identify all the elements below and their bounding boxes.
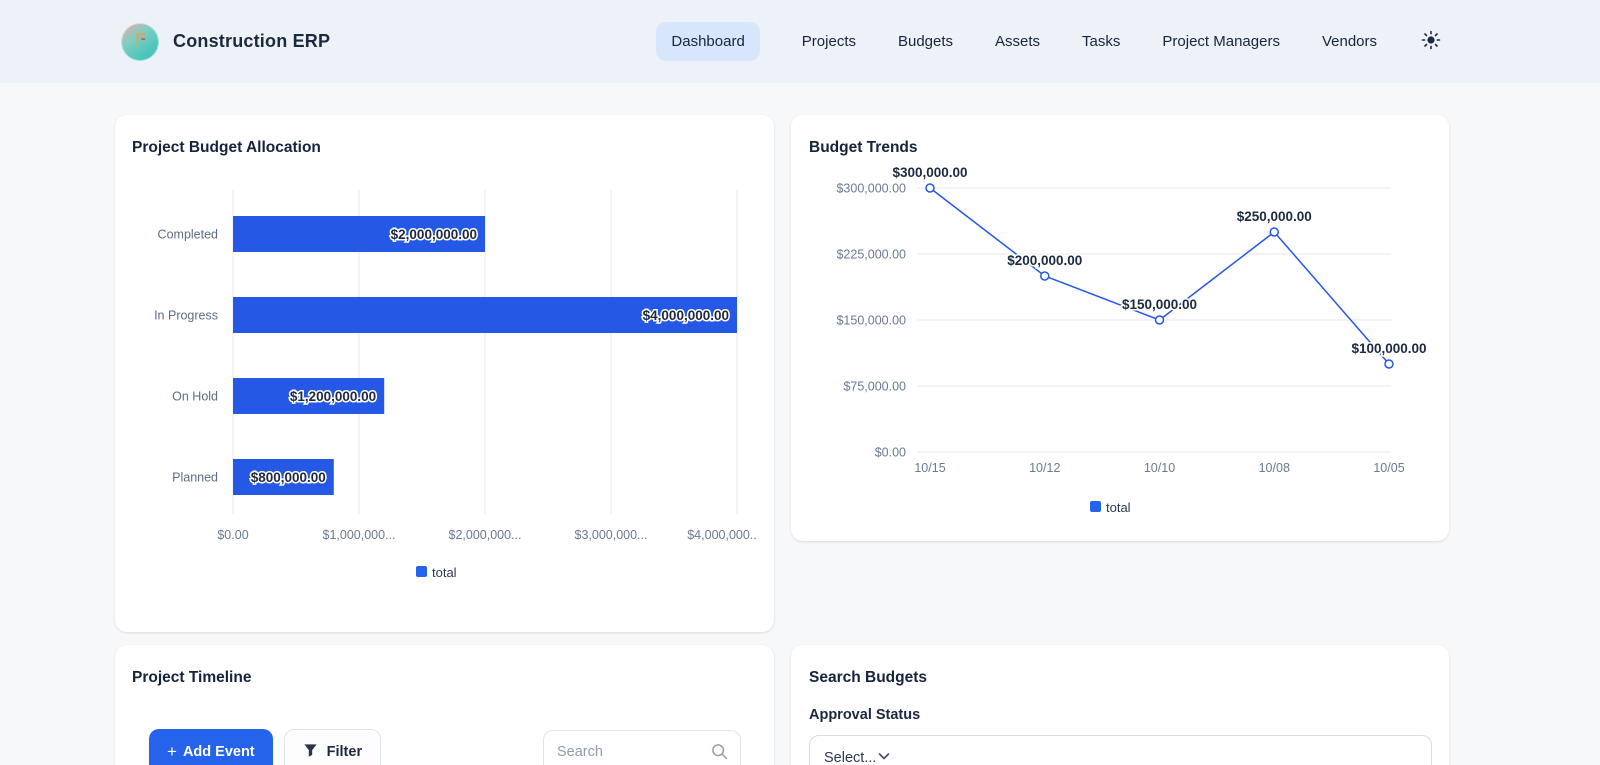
point-value-label: $200,000.00 (1007, 253, 1082, 268)
main-nav: Dashboard Projects Budgets Assets Tasks Proje… (656, 22, 1377, 61)
add-event-button[interactable]: + Add Event (149, 729, 273, 765)
legend-label: total (432, 565, 457, 580)
x-axis-tick: $3,000,000... (575, 528, 648, 542)
logo (121, 23, 159, 61)
category-label: In Progress (154, 309, 218, 323)
header: Construction ERP Dashboard Projects Budget… (0, 0, 1600, 83)
funnel-icon (303, 743, 318, 762)
select-value: Select... (824, 750, 876, 765)
card-budget-allocation: Project Budget Allocation $2,000,000.00C… (115, 115, 774, 632)
timeline-search (543, 730, 741, 765)
x-axis-tick: 10/10 (1144, 461, 1175, 475)
app: Construction ERP Dashboard Projects Budget… (0, 0, 1600, 765)
nav-item-vendors[interactable]: Vendors (1322, 22, 1377, 61)
x-axis-tick: $0.00 (217, 528, 248, 542)
nav-item-assets[interactable]: Assets (995, 22, 1040, 61)
brand: Construction ERP (121, 23, 330, 61)
data-point-10-12[interactable] (1041, 272, 1049, 280)
bar-chart: $2,000,000.00 Completed $4,000,000.00 In Pr… (115, 115, 774, 632)
bar-value-label: $2,000,000.00 (391, 227, 477, 242)
legend-swatch (416, 566, 427, 577)
category-label: Completed (158, 228, 218, 242)
y-axis-tick: $225,000.00 (836, 248, 906, 262)
approval-status-label: Approval Status (809, 707, 920, 723)
timeline-toolbar: + Add Event Filter (149, 729, 741, 765)
category-label: On Hold (172, 390, 218, 404)
data-point-10-15[interactable] (926, 184, 934, 192)
data-point-10-10[interactable] (1156, 316, 1164, 324)
trend-line (930, 188, 1389, 364)
filter-label: Filter (327, 744, 362, 760)
crane-icon (129, 28, 151, 55)
category-label: Planned (172, 471, 218, 485)
bar-value-label: $4,000,000.00 (643, 308, 729, 323)
nav-item-projects[interactable]: Projects (802, 22, 856, 61)
x-axis-tick: 10/12 (1029, 461, 1060, 475)
y-axis-tick: $75,000.00 (843, 380, 906, 394)
filter-button[interactable]: Filter (284, 729, 381, 765)
line-chart: $300,000.00 $225,000.00 $150,000.00 $75,000… (791, 115, 1449, 541)
data-point-10-05[interactable] (1385, 360, 1393, 368)
legend-swatch (1090, 501, 1101, 512)
theme-toggle-button[interactable] (1419, 30, 1443, 54)
nav-item-tasks[interactable]: Tasks (1082, 22, 1120, 61)
card-budget-trends: Budget Trends $300,000.00$225,000.00$150… (791, 115, 1449, 541)
point-value-label: $250,000.00 (1237, 209, 1312, 224)
card-title: Project Timeline (132, 669, 251, 687)
nav-item-project-managers[interactable]: Project Managers (1162, 22, 1280, 61)
x-axis-tick: $4,000,000.. (687, 528, 757, 542)
chevron-down-icon (876, 748, 892, 765)
card-search-budgets: Search Budgets Approval Status Select... (791, 645, 1449, 765)
nav-item-dashboard[interactable]: Dashboard (656, 22, 759, 61)
data-point-10-08[interactable] (1270, 228, 1278, 236)
plus-icon: + (167, 742, 177, 762)
point-value-label: $150,000.00 (1122, 297, 1197, 312)
point-value-label: $100,000.00 (1351, 341, 1426, 356)
x-axis-tick: $2,000,000... (449, 528, 522, 542)
bar-value-label: $800,000.00 (251, 470, 326, 485)
x-axis-tick: $1,000,000... (323, 528, 396, 542)
legend-label: total (1106, 500, 1131, 515)
y-axis-tick: $300,000.00 (836, 182, 906, 196)
sun-icon (1421, 30, 1441, 53)
approval-status-select[interactable]: Select... (809, 735, 1432, 765)
y-axis-tick: $150,000.00 (836, 314, 906, 328)
nav-item-budgets[interactable]: Budgets (898, 22, 953, 61)
x-axis-tick: 10/08 (1259, 461, 1290, 475)
add-event-label: Add Event (183, 744, 255, 760)
card-title: Search Budgets (809, 669, 927, 687)
brand-name: Construction ERP (173, 31, 330, 52)
point-value-label: $300,000.00 (892, 165, 967, 180)
bar-value-label: $1,200,000.00 (290, 389, 376, 404)
y-axis-tick: $0.00 (875, 446, 906, 460)
card-project-timeline: Project Timeline + Add Event Filter (115, 645, 774, 765)
x-axis-tick: 10/05 (1373, 461, 1404, 475)
x-axis-tick: 10/15 (914, 461, 945, 475)
